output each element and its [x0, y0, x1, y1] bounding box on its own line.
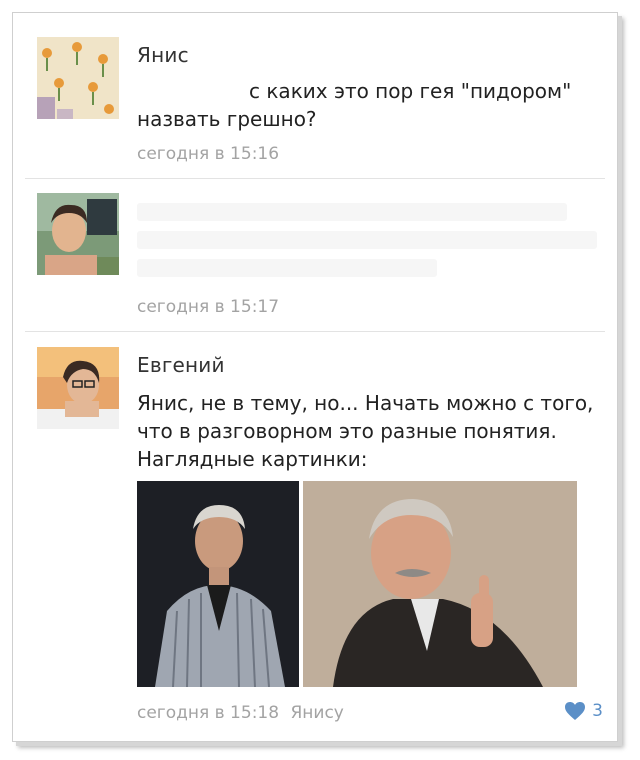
- like-count: 3: [592, 701, 603, 721]
- blurred-text: [137, 231, 597, 249]
- like-button[interactable]: 3: [564, 701, 603, 721]
- comment-author[interactable]: Евгений: [137, 353, 225, 377]
- separator: [25, 331, 605, 332]
- comment-text-line: Наглядные картинки:: [137, 447, 368, 471]
- avatar-yanis[interactable]: [37, 37, 119, 119]
- blurred-text: [137, 259, 437, 277]
- comment-text-line: Янис, не в тему, но... Начать можно с то…: [137, 391, 594, 415]
- comment-text: с каких это пор гея "пидором" назвать гр…: [137, 77, 597, 133]
- blurred-text: [137, 203, 567, 221]
- comment-time[interactable]: сегодня в 15:17: [137, 297, 279, 317]
- reply-to-link[interactable]: Янису: [290, 703, 343, 723]
- attached-photo-2[interactable]: [303, 481, 577, 687]
- comment-author[interactable]: Янис: [137, 43, 189, 67]
- avatar-commenter-2[interactable]: [37, 193, 119, 275]
- avatar-evgeniy[interactable]: [37, 347, 119, 429]
- comment-time[interactable]: сегодня в 15:18: [137, 703, 279, 723]
- comment-text-line: что в разговорном это разные понятия.: [137, 419, 557, 443]
- comment-text-line: назвать грешно?: [137, 107, 317, 131]
- separator: [25, 178, 605, 179]
- comments-panel: Янис с каких это пор гея "пидором" назва…: [12, 12, 618, 742]
- heart-icon: [565, 702, 586, 720]
- comment-text-line: с каких это пор гея "пидором": [249, 79, 572, 103]
- comment-text: Янис, не в тему, но... Начать можно с то…: [137, 389, 597, 473]
- attached-photo-1[interactable]: [137, 481, 299, 687]
- comment-meta: сегодня в 15:18 Янису: [137, 703, 344, 723]
- comment-time[interactable]: сегодня в 15:16: [137, 144, 279, 164]
